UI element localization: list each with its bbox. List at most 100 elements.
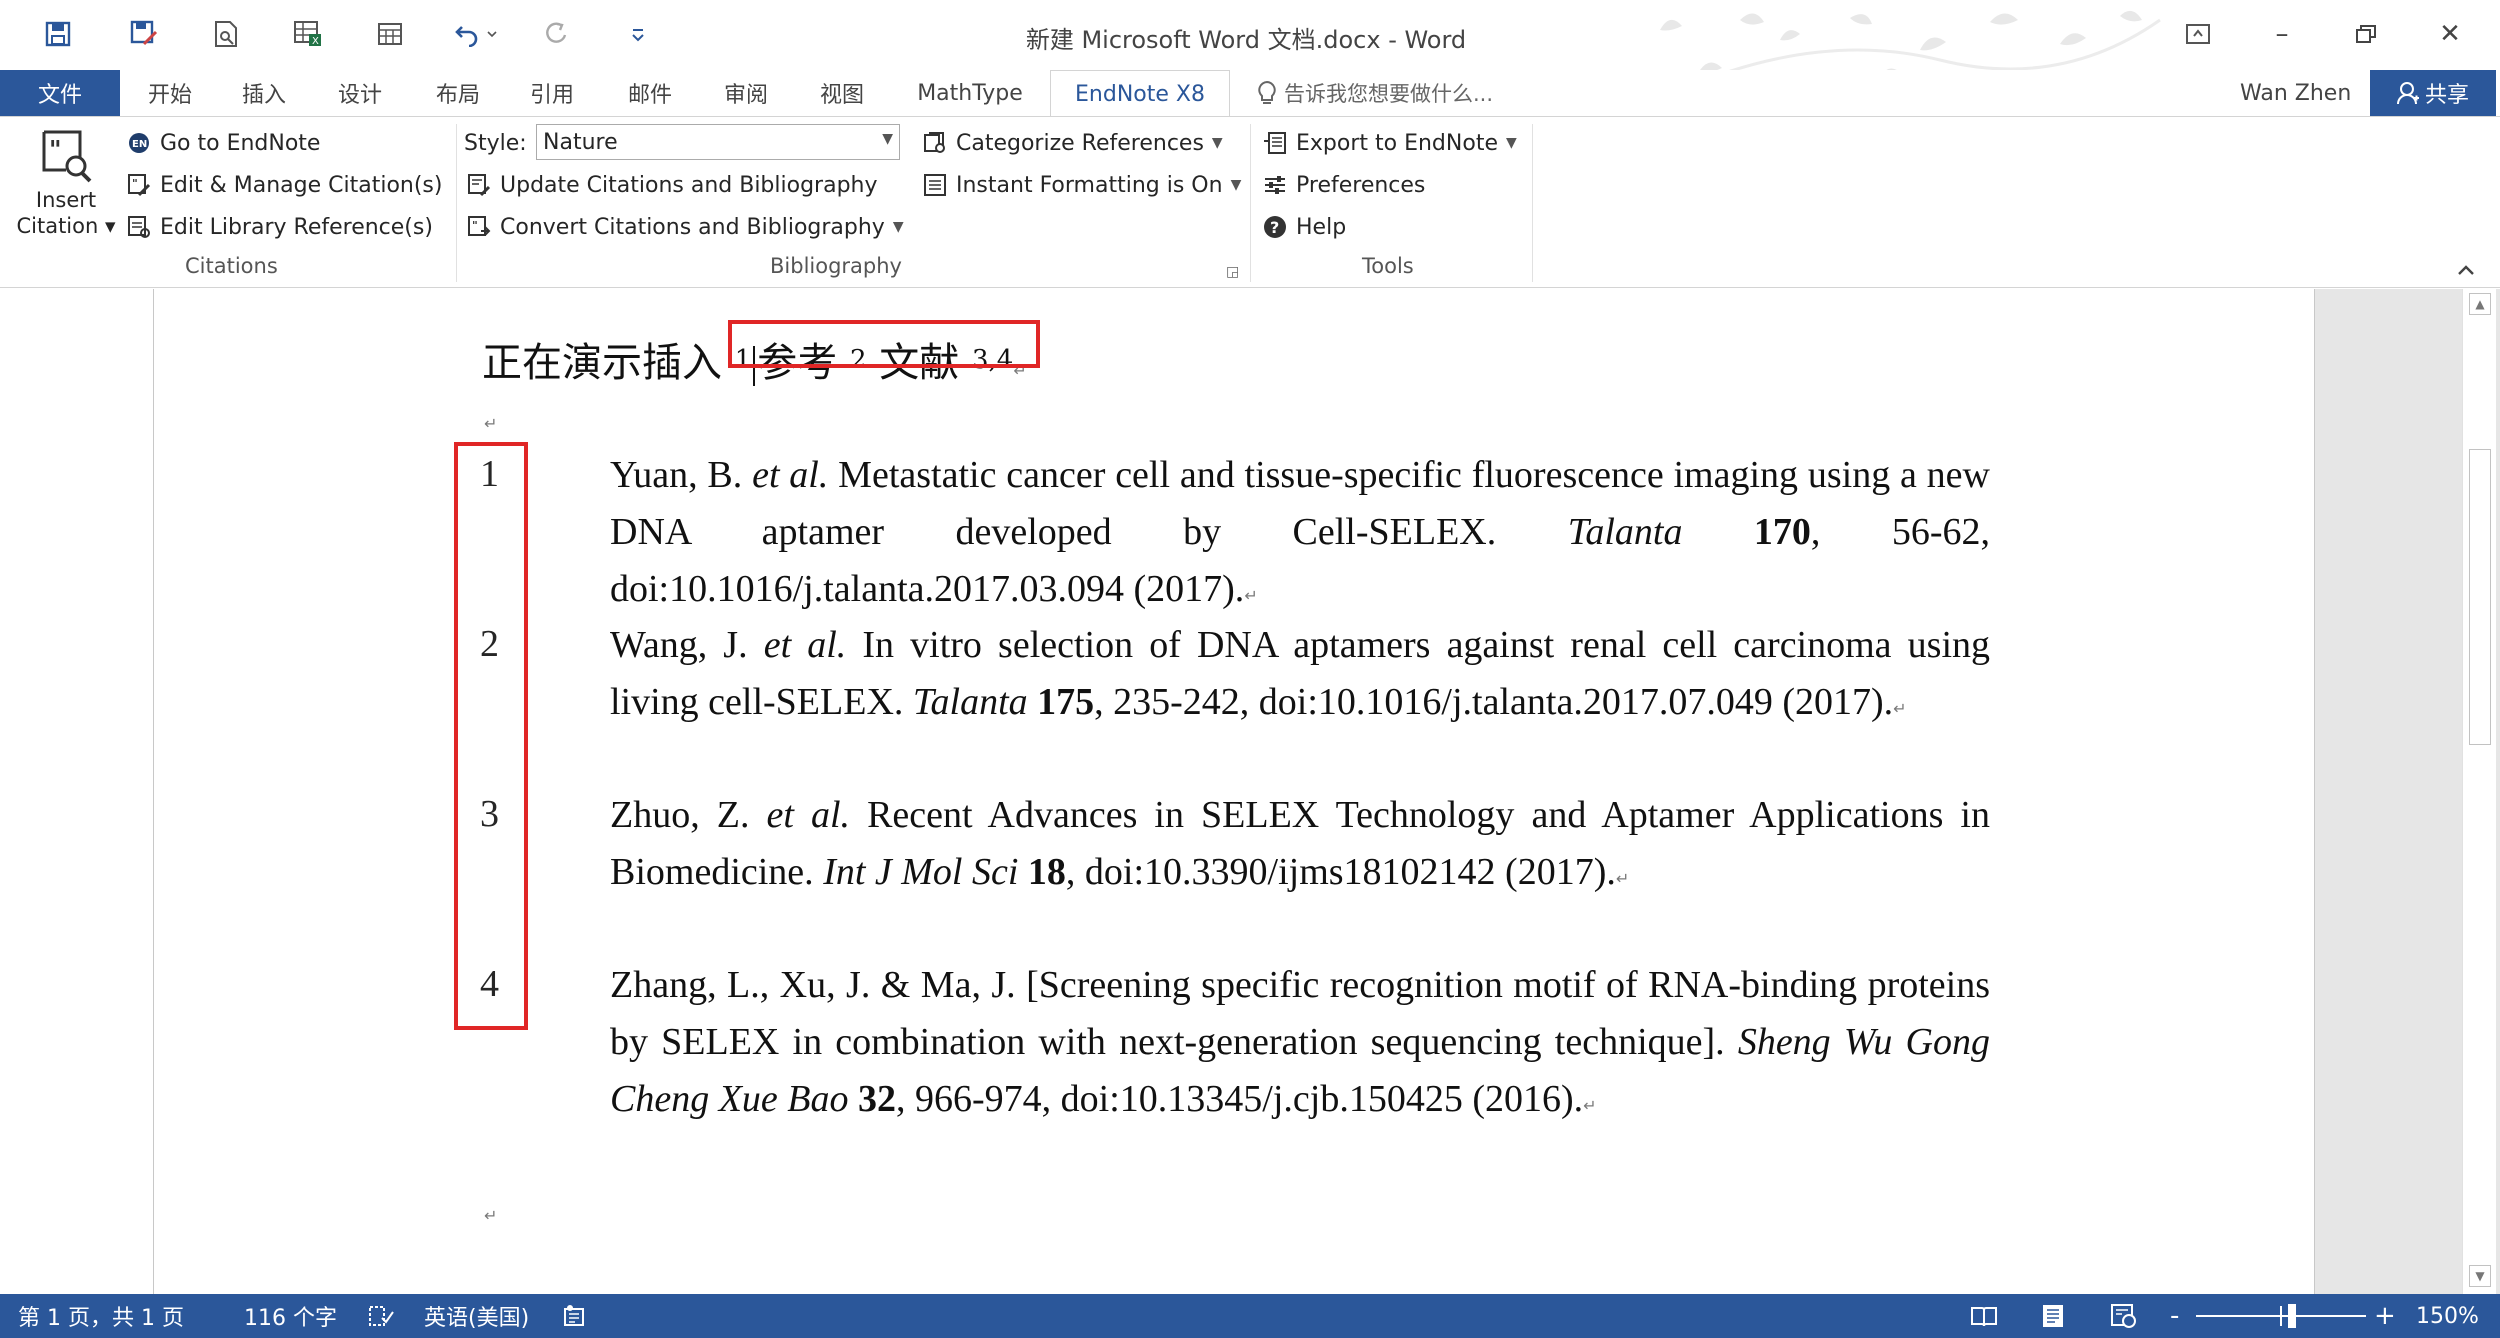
svg-text:?: ? bbox=[1270, 218, 1279, 237]
chevron-down-icon: ▼ bbox=[1211, 135, 1223, 151]
ribbon-display-options-icon[interactable] bbox=[2172, 14, 2224, 54]
tab-file[interactable]: 文件 bbox=[0, 70, 120, 116]
tab-endnote[interactable]: EndNote X8 bbox=[1050, 70, 1230, 118]
status-bar: 第 1 页，共 1 页 116 个字 英语(美国) - + 150% bbox=[0, 1294, 2500, 1338]
reference-entry-1[interactable]: Yuan, B. et al. Metastatic cancer cell a… bbox=[610, 447, 1990, 624]
collapse-ribbon-icon[interactable] bbox=[2456, 258, 2476, 283]
chevron-down-icon: ▼ bbox=[1230, 177, 1242, 193]
tab-view[interactable]: 视图 bbox=[802, 70, 882, 116]
person-icon bbox=[2396, 82, 2419, 105]
scroll-up-icon[interactable]: ▲ bbox=[2469, 293, 2491, 315]
insert-citation-label: Insert bbox=[35, 188, 97, 212]
preferences-icon bbox=[1262, 172, 1288, 198]
tab-design[interactable]: 设计 bbox=[320, 70, 400, 116]
edit-library-label: Edit Library Reference(s) bbox=[160, 214, 433, 240]
window-title: 新建 Microsoft Word 文档.docx - Word bbox=[1025, 26, 1467, 54]
lightbulb-icon bbox=[1258, 80, 1276, 104]
tell-me-search[interactable]: 告诉我您想要做什么... bbox=[1256, 70, 1493, 116]
zoom-slider[interactable] bbox=[2196, 1294, 2366, 1338]
instant-formatting-icon bbox=[922, 172, 948, 198]
svg-text:": " bbox=[472, 219, 478, 232]
ribbon-separator bbox=[1532, 124, 1533, 282]
zoom-in-button[interactable]: + bbox=[2374, 1294, 2396, 1338]
zoom-out-button[interactable]: - bbox=[2170, 1294, 2179, 1338]
convert-citations-icon: " bbox=[466, 214, 492, 240]
tab-insert[interactable]: 插入 bbox=[224, 70, 304, 116]
close-button[interactable]: ✕ bbox=[2424, 14, 2476, 54]
scroll-down-icon[interactable]: ▼ bbox=[2469, 1265, 2491, 1287]
read-mode-icon[interactable] bbox=[1970, 1294, 1998, 1338]
categorize-references-button[interactable]: Categorize References ▼ bbox=[922, 127, 1223, 159]
edit-library-icon bbox=[126, 214, 152, 240]
body-text: 正在演示插入 bbox=[482, 340, 722, 386]
web-layout-icon[interactable] bbox=[2110, 1294, 2138, 1338]
reference-number-highlight-box bbox=[454, 442, 528, 1030]
paragraph-mark-icon: ↵ bbox=[1244, 586, 1258, 605]
help-icon: ? bbox=[1262, 214, 1288, 240]
instant-formatting-label: Instant Formatting is On bbox=[956, 172, 1223, 198]
edit-citation-icon: " bbox=[126, 172, 152, 198]
insert-citation-button[interactable]: " Insert Citation ▾ bbox=[14, 124, 118, 248]
convert-citations-button[interactable]: " Convert Citations and Bibliography ▼ bbox=[466, 211, 904, 243]
zoom-slider-thumb[interactable] bbox=[2288, 1304, 2296, 1328]
dialog-launcher-icon[interactable]: ◲ bbox=[1226, 264, 1239, 280]
chevron-down-icon: ▼ bbox=[882, 131, 893, 147]
user-name[interactable]: Wan Zhen bbox=[2240, 70, 2351, 116]
word-count[interactable]: 116 个字 bbox=[244, 1294, 337, 1338]
convert-citations-label: Convert Citations and Bibliography bbox=[500, 214, 885, 240]
minimize-button[interactable]: – bbox=[2256, 14, 2308, 54]
paragraph-mark-icon: ↵ bbox=[1615, 869, 1630, 888]
tab-layout[interactable]: 布局 bbox=[418, 70, 498, 116]
scrollbar-thumb[interactable] bbox=[2469, 449, 2491, 745]
style-label: Style: bbox=[464, 130, 527, 156]
proofing-icon[interactable] bbox=[368, 1294, 394, 1338]
help-button[interactable]: ? Help bbox=[1262, 211, 1346, 243]
page-count[interactable]: 第 1 页，共 1 页 bbox=[18, 1294, 184, 1338]
tab-home[interactable]: 开始 bbox=[130, 70, 210, 116]
language-indicator[interactable]: 英语(美国) bbox=[424, 1294, 529, 1338]
insert-citation-icon: " bbox=[42, 130, 92, 183]
svg-text:EN: EN bbox=[132, 139, 147, 150]
go-to-endnote-label: Go to EndNote bbox=[160, 130, 321, 156]
update-citations-button[interactable]: Update Citations and Bibliography bbox=[466, 169, 878, 201]
ribbon-separator bbox=[1250, 124, 1251, 282]
preferences-label: Preferences bbox=[1296, 172, 1426, 198]
insert-citation-label-2: Citation ▾ bbox=[16, 214, 116, 238]
restore-button[interactable] bbox=[2340, 14, 2392, 54]
citations-group-label: Citations bbox=[185, 254, 278, 278]
print-layout-icon[interactable] bbox=[2040, 1294, 2066, 1338]
paragraph-mark-icon: ↵ bbox=[484, 1206, 498, 1225]
edit-manage-label: Edit & Manage Citation(s) bbox=[160, 172, 443, 198]
endnote-logo-icon: EN bbox=[126, 130, 152, 156]
tools-group-label: Tools bbox=[1362, 254, 1414, 278]
vertical-scrollbar[interactable]: ▲ ▼ bbox=[2462, 289, 2496, 1294]
reference-entry-2[interactable]: Wang, J. et al. In vitro selection of DN… bbox=[610, 617, 1990, 737]
zoom-level[interactable]: 150% bbox=[2416, 1294, 2479, 1338]
edit-manage-citations-button[interactable]: " Edit & Manage Citation(s) bbox=[126, 169, 442, 201]
macro-recording-icon[interactable] bbox=[562, 1294, 586, 1338]
style-select[interactable]: Nature ▼ bbox=[536, 124, 900, 160]
bibliography-group-label: Bibliography bbox=[770, 254, 902, 278]
export-to-endnote-button[interactable]: Export to EndNote ▼ bbox=[1262, 127, 1517, 159]
reference-entry-3[interactable]: Zhuo, Z. et al. Recent Advances in SELEX… bbox=[610, 787, 1990, 907]
style-select-value: Nature bbox=[543, 129, 618, 155]
help-label: Help bbox=[1296, 214, 1347, 240]
edit-library-reference-button[interactable]: Edit Library Reference(s) bbox=[126, 211, 433, 243]
chevron-down-icon: ▼ bbox=[892, 219, 904, 235]
paragraph-mark-icon: ↵ bbox=[1583, 1096, 1597, 1115]
tab-references[interactable]: 引用 bbox=[512, 70, 592, 116]
paragraph-mark-icon: ↵ bbox=[1893, 699, 1907, 718]
tab-mailings[interactable]: 邮件 bbox=[610, 70, 690, 116]
paragraph-mark-icon: ↵ bbox=[484, 414, 498, 433]
reference-entry-4[interactable]: Zhang, L., Xu, J. & Ma, J. [Screening sp… bbox=[610, 957, 1990, 1134]
go-to-endnote-button[interactable]: EN Go to EndNote bbox=[126, 127, 320, 159]
tab-mathtype[interactable]: MathType bbox=[908, 70, 1032, 116]
chevron-down-icon: ▼ bbox=[1505, 135, 1517, 151]
categorize-label: Categorize References bbox=[956, 130, 1204, 156]
preferences-button[interactable]: Preferences bbox=[1262, 169, 1425, 201]
share-button[interactable]: 共享 bbox=[2370, 70, 2496, 116]
export-icon bbox=[1262, 130, 1288, 156]
instant-formatting-button[interactable]: Instant Formatting is On ▼ bbox=[922, 169, 1241, 201]
export-label: Export to EndNote bbox=[1296, 130, 1498, 156]
tab-review[interactable]: 审阅 bbox=[706, 70, 786, 116]
